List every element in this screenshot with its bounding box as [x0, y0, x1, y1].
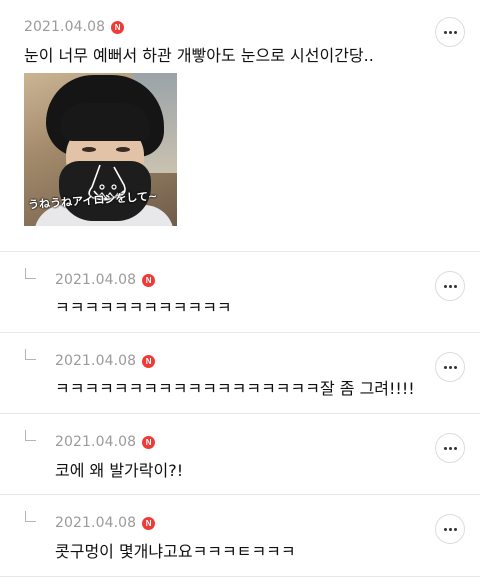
- more-options-button[interactable]: [435, 433, 465, 463]
- more-options-button[interactable]: [435, 17, 465, 47]
- comment-text: ㅋㅋㅋㅋㅋㅋㅋㅋㅋㅋㅋㅋㅋㅋㅋㅋㅋㅋ잘 좀 그려!!!!: [55, 379, 415, 398]
- reply-corner-icon: [25, 349, 36, 360]
- comment-text: 콧구멍이 몇개냐고요ㅋㅋㅋㅌㅋㅋㅋ: [55, 542, 296, 561]
- reply-corner-icon: [25, 430, 36, 441]
- comment-meta: 2021.04.08 N: [24, 18, 125, 36]
- comment-text: ㅋㅋㅋㅋㅋㅋㅋㅋㅋㅋㅋㅋ: [55, 298, 232, 317]
- more-horizontal-icon: [443, 365, 457, 369]
- divider: [0, 332, 480, 333]
- divider: [0, 413, 480, 414]
- comment-date: 2021.04.08: [55, 515, 137, 531]
- new-badge: N: [142, 516, 156, 530]
- more-options-button[interactable]: [435, 352, 465, 382]
- comment-meta: 2021.04.08 N: [55, 433, 156, 451]
- divider: [0, 251, 480, 252]
- divider: [0, 576, 480, 577]
- comment-meta: 2021.04.08 N: [55, 514, 156, 532]
- comment-meta: 2021.04.08 N: [55, 271, 156, 289]
- reply-corner-icon: [25, 268, 36, 279]
- comment-image[interactable]: うねうねアイロンをして~: [24, 73, 177, 226]
- new-badge: N: [142, 273, 156, 287]
- more-options-button[interactable]: [435, 271, 465, 301]
- new-badge: N: [142, 435, 156, 449]
- comment-meta: 2021.04.08 N: [55, 352, 156, 370]
- more-horizontal-icon: [443, 446, 457, 450]
- comment-date: 2021.04.08: [55, 272, 137, 288]
- comment-date: 2021.04.08: [55, 353, 137, 369]
- divider: [0, 494, 480, 495]
- more-horizontal-icon: [443, 527, 457, 531]
- comment-date: 2021.04.08: [24, 19, 106, 35]
- more-horizontal-icon: [443, 30, 457, 34]
- more-options-button[interactable]: [435, 514, 465, 544]
- reply-corner-icon: [25, 511, 36, 522]
- comment-text: 코에 왜 발가락이?!: [55, 461, 184, 480]
- new-badge: N: [142, 354, 156, 368]
- comment-date: 2021.04.08: [55, 434, 137, 450]
- new-badge: N: [111, 20, 125, 34]
- more-horizontal-icon: [443, 284, 457, 288]
- comment-text: 눈이 너무 예뻐서 하관 개빻아도 눈으로 시선이간당..: [24, 46, 374, 65]
